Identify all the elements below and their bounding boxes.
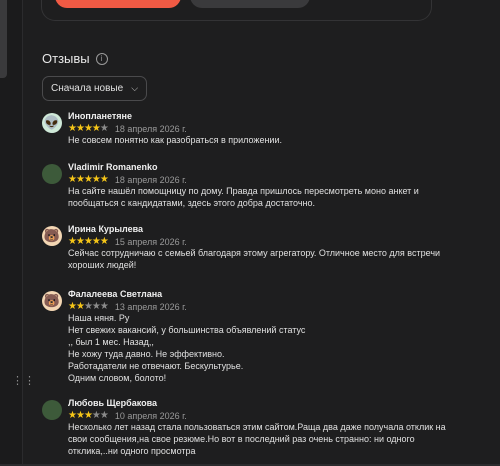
star-icon: ★ <box>91 236 101 247</box>
review-date: 10 апреля 2026 г. <box>114 410 187 421</box>
star-icon: ★ <box>75 410 85 421</box>
star-icon: ★ <box>99 123 109 134</box>
sort-label: Сначала новые <box>51 83 124 94</box>
avatar-alien-face-icon: 👽 <box>42 113 62 133</box>
review-text: На сайте нашёл помощницу по дому. Правда… <box>68 186 419 208</box>
chevron-down-icon: ⌵ <box>131 83 139 93</box>
star-icon: ★ <box>91 410 101 421</box>
star-icon: ★ <box>68 174 77 185</box>
review-date: 13 апреля 2026 г. <box>114 301 187 312</box>
rating-stars: ★★★★★ <box>68 174 109 185</box>
star-icon: ★ <box>75 174 85 185</box>
reviews-title: Отзывы <box>42 51 90 66</box>
star-icon: ★ <box>83 410 93 421</box>
review-meta: ★★★★★ 18 апреля 2026 г. <box>68 123 187 134</box>
star-icon: ★ <box>83 301 93 312</box>
star-icon: ★ <box>99 301 109 312</box>
avatar-photo <box>42 400 62 420</box>
review-author: Любовь Щербакова <box>68 398 158 408</box>
top-card <box>41 0 432 21</box>
review-text: Сейчас сотрудничаю с семьей благодаря эт… <box>68 248 441 270</box>
star-icon: ★ <box>68 410 77 421</box>
star-icon: ★ <box>99 410 109 421</box>
star-icon: ★ <box>99 174 109 185</box>
review-text: Наша няня. Ру Нет свежих вакансий, у бол… <box>68 313 306 383</box>
star-icon: ★ <box>68 301 77 312</box>
review-text: Не совсем понятно как разобраться в прил… <box>68 135 282 145</box>
star-icon: ★ <box>68 123 77 134</box>
info-icon[interactable]: i <box>95 52 108 65</box>
rating-stars: ★★★★★ <box>68 123 109 134</box>
review-author: Фалалеева Светлана <box>68 289 163 299</box>
drag-handle-icon[interactable]: ⋮⋮ <box>12 376 36 387</box>
review-text: Несколько лет назад стала пользоваться э… <box>68 422 446 456</box>
star-icon: ★ <box>91 301 101 312</box>
star-icon: ★ <box>75 236 85 247</box>
primary-action-button[interactable] <box>55 0 181 8</box>
review-date: 18 апреля 2026 г. <box>114 174 187 185</box>
rating-stars: ★★★★★ <box>68 236 109 247</box>
star-icon: ★ <box>91 123 101 134</box>
review-meta: ★★★★★ 10 апреля 2026 г. <box>68 410 187 421</box>
review-meta: ★★★★★ 13 апреля 2026 г. <box>68 301 187 312</box>
reviews-heading: Отзывы i <box>42 51 108 66</box>
review-date: 18 апреля 2026 г. <box>114 123 187 134</box>
secondary-action-button[interactable] <box>190 0 310 8</box>
sort-dropdown[interactable]: Сначала новые ⌵ <box>42 76 148 101</box>
left-sidebar: ⋮⋮ <box>0 0 35 466</box>
star-icon: ★ <box>99 236 109 247</box>
star-icon: ★ <box>83 123 93 134</box>
star-icon: ★ <box>83 174 93 185</box>
avatar-bear-face-icon: 🐻 <box>42 291 62 311</box>
review-author: Vladimir Romanenko <box>68 162 158 172</box>
review-author: Ирина Курылева <box>68 224 144 234</box>
star-icon: ★ <box>75 123 85 134</box>
review-meta: ★★★★★ 15 апреля 2026 г. <box>68 236 187 247</box>
avatar-photo <box>42 164 62 184</box>
star-icon: ★ <box>75 301 85 312</box>
star-icon: ★ <box>91 174 101 185</box>
review-date: 15 апреля 2026 г. <box>114 236 187 247</box>
avatar-bear-face-icon: 🐻 <box>42 226 62 246</box>
scroll-rail[interactable] <box>0 0 7 78</box>
star-icon: ★ <box>83 236 93 247</box>
rating-stars: ★★★★★ <box>68 410 109 421</box>
review-meta: ★★★★★ 18 апреля 2026 г. <box>68 174 187 185</box>
star-icon: ★ <box>68 236 77 247</box>
rating-stars: ★★★★★ <box>68 301 109 312</box>
review-author: Инопланетяне <box>68 111 132 121</box>
